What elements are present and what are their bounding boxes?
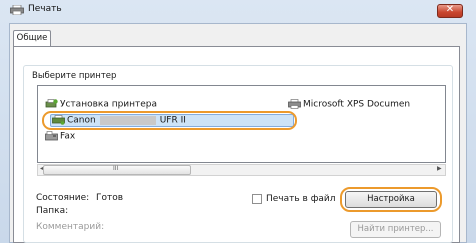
printer-item-label: Microsoft XPS Documen (303, 99, 411, 110)
printer-highlight (42, 111, 297, 130)
printer-item-fax[interactable]: Fax (45, 131, 75, 142)
location-label: Папка: (36, 206, 69, 216)
comment-label: Комментарий: (36, 222, 105, 232)
tab-general[interactable]: Общие (13, 30, 51, 46)
settings-button[interactable]: Настройка (345, 191, 437, 208)
printer-item-label: Fax (60, 131, 76, 142)
printer-item-xps[interactable]: Microsoft XPS Documen (288, 99, 410, 110)
close-icon: ✕ (445, 4, 455, 15)
scroll-grip: III (113, 165, 119, 172)
printer-icon (288, 99, 301, 109)
printer-group-label: Выберите принтер (32, 71, 117, 81)
printer-item-label: Установка принтера (60, 99, 158, 110)
window-title: Печать (28, 4, 62, 14)
fax-icon (45, 131, 58, 141)
printer-item-add[interactable]: Установка принтера (45, 99, 157, 110)
print-dialog-window: Печать ✕ Общие Выберите принтер Установк… (0, 0, 476, 243)
close-button[interactable]: ✕ (437, 4, 463, 18)
print-to-file-checkbox[interactable] (252, 194, 262, 204)
status-value: Готов (96, 193, 124, 203)
title-bar: Печать ✕ (0, 0, 476, 20)
print-to-file-label: Печать в файл (266, 194, 336, 204)
status-label: Состояние: (36, 193, 90, 203)
find-printer-button[interactable]: Найти принтер... (350, 221, 441, 238)
printer-icon (10, 5, 24, 15)
add-printer-icon (45, 99, 58, 108)
scroll-right-icon[interactable]: ▶ (437, 165, 442, 172)
